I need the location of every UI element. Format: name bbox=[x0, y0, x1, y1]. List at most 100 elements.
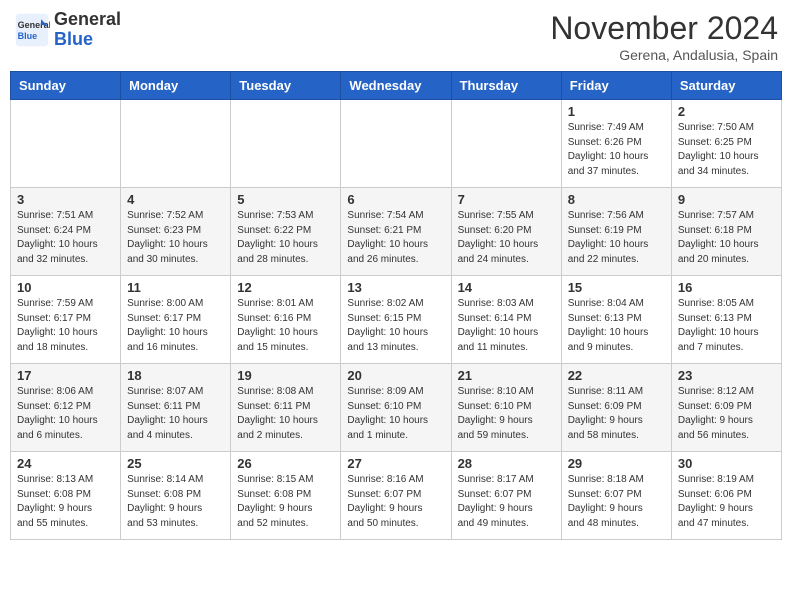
day-info: Sunrise: 8:10 AM Sunset: 6:10 PM Dayligh… bbox=[458, 385, 555, 443]
day-info: Sunrise: 8:17 AM Sunset: 6:07 PM Dayligh… bbox=[458, 473, 555, 531]
day-info: Sunrise: 7:53 AM Sunset: 6:22 PM Dayligh… bbox=[237, 209, 334, 267]
day-number: 20 bbox=[347, 368, 444, 383]
day-number: 25 bbox=[127, 456, 224, 471]
day-info: Sunrise: 8:12 AM Sunset: 6:09 PM Dayligh… bbox=[678, 385, 775, 443]
weekday-header-sunday: Sunday bbox=[11, 72, 121, 100]
day-info: Sunrise: 8:11 AM Sunset: 6:09 PM Dayligh… bbox=[568, 385, 665, 443]
calendar-cell-w3-d3: 20 Sunrise: 8:09 AM Sunset: 6:10 PM Dayli… bbox=[341, 364, 451, 452]
day-info: Sunrise: 7:54 AM Sunset: 6:21 PM Dayligh… bbox=[347, 209, 444, 267]
calendar-table: SundayMondayTuesdayWednesdayThursdayFrid… bbox=[10, 71, 782, 540]
weekday-header-thursday: Thursday bbox=[451, 72, 561, 100]
calendar-cell-w4-d3: 27Sunrise: 8:16 AM Sunset: 6:07 PM Dayli… bbox=[341, 452, 451, 540]
day-info: Sunrise: 8:18 AM Sunset: 6:07 PM Dayligh… bbox=[568, 473, 665, 531]
calendar-cell-w2-d6: 16 Sunrise: 8:05 AM Sunset: 6:13 PM Dayli… bbox=[671, 276, 781, 364]
calendar-cell-w3-d1: 18 Sunrise: 8:07 AM Sunset: 6:11 PM Dayli… bbox=[121, 364, 231, 452]
calendar-cell-w0-d1 bbox=[121, 100, 231, 188]
calendar-cell-w3-d2: 19 Sunrise: 8:08 AM Sunset: 6:11 PM Dayli… bbox=[231, 364, 341, 452]
calendar-cell-w2-d3: 13 Sunrise: 8:02 AM Sunset: 6:15 PM Dayli… bbox=[341, 276, 451, 364]
day-info: Sunrise: 8:06 AM Sunset: 6:12 PM Dayligh… bbox=[17, 385, 114, 443]
calendar-cell-w2-d1: 11 Sunrise: 8:00 AM Sunset: 6:17 PM Dayli… bbox=[121, 276, 231, 364]
day-info: Sunrise: 8:03 AM Sunset: 6:14 PM Dayligh… bbox=[458, 297, 555, 355]
day-number: 19 bbox=[237, 368, 334, 383]
day-number: 14 bbox=[458, 280, 555, 295]
svg-text:Blue: Blue bbox=[18, 31, 38, 41]
calendar-cell-w0-d4 bbox=[451, 100, 561, 188]
day-info: Sunrise: 8:02 AM Sunset: 6:15 PM Dayligh… bbox=[347, 297, 444, 355]
day-number: 24 bbox=[17, 456, 114, 471]
day-info: Sunrise: 7:55 AM Sunset: 6:20 PM Dayligh… bbox=[458, 209, 555, 267]
calendar-cell-w1-d4: 7 Sunrise: 7:55 AM Sunset: 6:20 PM Daylig… bbox=[451, 188, 561, 276]
day-info: Sunrise: 8:00 AM Sunset: 6:17 PM Dayligh… bbox=[127, 297, 224, 355]
calendar-cell-w4-d6: 30 Sunrise: 8:19 AM Sunset: 6:06 PM Dayli… bbox=[671, 452, 781, 540]
day-info: Sunrise: 7:50 AM Sunset: 6:25 PM Dayligh… bbox=[678, 121, 775, 179]
calendar-cell-w2-d4: 14 Sunrise: 8:03 AM Sunset: 6:14 PM Dayli… bbox=[451, 276, 561, 364]
day-number: 2 bbox=[678, 104, 775, 119]
calendar-cell-w0-d2 bbox=[231, 100, 341, 188]
calendar-cell-w1-d0: 3 Sunrise: 7:51 AM Sunset: 6:24 PM Daylig… bbox=[11, 188, 121, 276]
day-info: Sunrise: 7:51 AM Sunset: 6:24 PM Dayligh… bbox=[17, 209, 114, 267]
calendar-cell-w1-d6: 9 Sunrise: 7:57 AM Sunset: 6:18 PM Daylig… bbox=[671, 188, 781, 276]
calendar-cell-w3-d5: 22 Sunrise: 8:11 AM Sunset: 6:09 PM Dayli… bbox=[561, 364, 671, 452]
calendar-cell-w2-d0: 10 Sunrise: 7:59 AM Sunset: 6:17 PM Dayli… bbox=[11, 276, 121, 364]
calendar-cell-w1-d2: 5 Sunrise: 7:53 AM Sunset: 6:22 PM Daylig… bbox=[231, 188, 341, 276]
day-number: 10 bbox=[17, 280, 114, 295]
day-info: Sunrise: 8:07 AM Sunset: 6:11 PM Dayligh… bbox=[127, 385, 224, 443]
day-number: 6 bbox=[347, 192, 444, 207]
weekday-header-saturday: Saturday bbox=[671, 72, 781, 100]
day-info: Sunrise: 7:52 AM Sunset: 6:23 PM Dayligh… bbox=[127, 209, 224, 267]
calendar-cell-w4-d1: 25 Sunrise: 8:14 AM Sunset: 6:08 PM Dayli… bbox=[121, 452, 231, 540]
month-title: November 2024 bbox=[550, 10, 778, 47]
calendar-cell-w2-d5: 15Sunrise: 8:04 AM Sunset: 6:13 PM Dayli… bbox=[561, 276, 671, 364]
day-number: 23 bbox=[678, 368, 775, 383]
day-number: 3 bbox=[17, 192, 114, 207]
day-number: 16 bbox=[678, 280, 775, 295]
calendar-cell-w0-d5: 1 Sunrise: 7:49 AM Sunset: 6:26 PM Daylig… bbox=[561, 100, 671, 188]
day-number: 18 bbox=[127, 368, 224, 383]
day-number: 17 bbox=[17, 368, 114, 383]
day-info: Sunrise: 8:16 AM Sunset: 6:07 PM Dayligh… bbox=[347, 473, 444, 531]
calendar-cell-w3-d0: 17 Sunrise: 8:06 AM Sunset: 6:12 PM Dayli… bbox=[11, 364, 121, 452]
calendar-cell-w3-d4: 21 Sunrise: 8:10 AM Sunset: 6:10 PM Dayli… bbox=[451, 364, 561, 452]
calendar-cell-w4-d0: 24 Sunrise: 8:13 AM Sunset: 6:08 PM Dayli… bbox=[11, 452, 121, 540]
day-info: Sunrise: 8:05 AM Sunset: 6:13 PM Dayligh… bbox=[678, 297, 775, 355]
day-number: 9 bbox=[678, 192, 775, 207]
day-number: 11 bbox=[127, 280, 224, 295]
day-info: Sunrise: 8:01 AM Sunset: 6:16 PM Dayligh… bbox=[237, 297, 334, 355]
day-number: 4 bbox=[127, 192, 224, 207]
calendar-cell-w4-d4: 28 Sunrise: 8:17 AM Sunset: 6:07 PM Dayli… bbox=[451, 452, 561, 540]
day-number: 29 bbox=[568, 456, 665, 471]
day-info: Sunrise: 7:57 AM Sunset: 6:18 PM Dayligh… bbox=[678, 209, 775, 267]
day-number: 21 bbox=[458, 368, 555, 383]
day-number: 13 bbox=[347, 280, 444, 295]
calendar-cell-w1-d5: 8Sunrise: 7:56 AM Sunset: 6:19 PM Daylig… bbox=[561, 188, 671, 276]
day-number: 22 bbox=[568, 368, 665, 383]
day-info: Sunrise: 8:19 AM Sunset: 6:06 PM Dayligh… bbox=[678, 473, 775, 531]
day-number: 7 bbox=[458, 192, 555, 207]
calendar-cell-w4-d5: 29 Sunrise: 8:18 AM Sunset: 6:07 PM Dayli… bbox=[561, 452, 671, 540]
logo-text: GeneralBlue bbox=[54, 10, 121, 50]
logo: General Blue GeneralBlue bbox=[14, 10, 121, 50]
day-info: Sunrise: 8:14 AM Sunset: 6:08 PM Dayligh… bbox=[127, 473, 224, 531]
calendar-cell-w1-d1: 4 Sunrise: 7:52 AM Sunset: 6:23 PM Daylig… bbox=[121, 188, 231, 276]
day-info: Sunrise: 7:59 AM Sunset: 6:17 PM Dayligh… bbox=[17, 297, 114, 355]
day-info: Sunrise: 8:13 AM Sunset: 6:08 PM Dayligh… bbox=[17, 473, 114, 531]
day-number: 5 bbox=[237, 192, 334, 207]
calendar-cell-w4-d2: 26Sunrise: 8:15 AM Sunset: 6:08 PM Dayli… bbox=[231, 452, 341, 540]
calendar-cell-w2-d2: 12 Sunrise: 8:01 AM Sunset: 6:16 PM Dayli… bbox=[231, 276, 341, 364]
day-info: Sunrise: 8:09 AM Sunset: 6:10 PM Dayligh… bbox=[347, 385, 444, 443]
day-info: Sunrise: 8:08 AM Sunset: 6:11 PM Dayligh… bbox=[237, 385, 334, 443]
weekday-header-monday: Monday bbox=[121, 72, 231, 100]
day-number: 30 bbox=[678, 456, 775, 471]
day-info: Sunrise: 8:04 AM Sunset: 6:13 PM Dayligh… bbox=[568, 297, 665, 355]
day-info: Sunrise: 8:15 AM Sunset: 6:08 PM Dayligh… bbox=[237, 473, 334, 531]
day-number: 12 bbox=[237, 280, 334, 295]
day-number: 1 bbox=[568, 104, 665, 119]
day-info: Sunrise: 7:49 AM Sunset: 6:26 PM Dayligh… bbox=[568, 121, 665, 179]
day-number: 28 bbox=[458, 456, 555, 471]
day-info: Sunrise: 7:56 AM Sunset: 6:19 PM Dayligh… bbox=[568, 209, 665, 267]
weekday-header-friday: Friday bbox=[561, 72, 671, 100]
page-header: General Blue GeneralBlue November 2024 G… bbox=[10, 10, 782, 63]
logo-icon: General Blue bbox=[14, 12, 50, 48]
calendar-cell-w0-d0 bbox=[11, 100, 121, 188]
calendar-cell-w0-d3 bbox=[341, 100, 451, 188]
